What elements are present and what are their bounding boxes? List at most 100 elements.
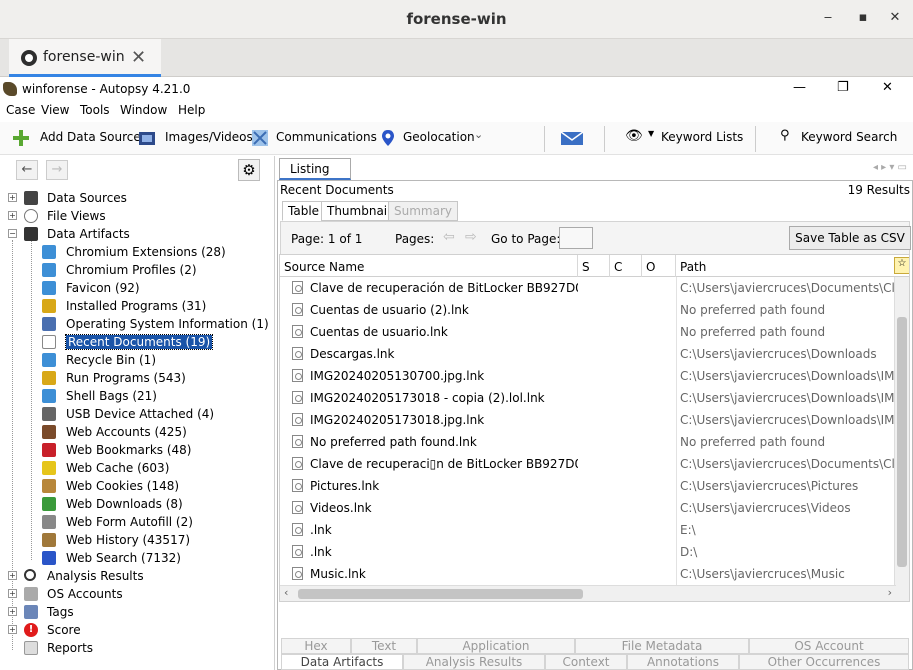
horizontal-scrollbar[interactable]: ‹ › <box>280 585 896 601</box>
tab-thumbnail[interactable]: Thumbnail <box>321 201 397 221</box>
prev-page-icon[interactable]: ⇦ <box>443 229 455 245</box>
tree-item-data-artifacts[interactable]: − Data Artifacts <box>8 226 268 244</box>
tree-item-tags[interactable]: + Tags <box>8 604 268 622</box>
panel-controls[interactable]: ◂ ▸ ▾ ▭ <box>873 162 907 173</box>
maximize-button[interactable]: ▪ <box>855 10 871 26</box>
tree-item-artifact[interactable]: Recent Documents (19) <box>36 334 268 352</box>
column-source-name[interactable]: Source Name <box>280 255 578 277</box>
table-row[interactable]: Cuentas de usuario.lnk No preferred path … <box>280 321 896 343</box>
tree-item-artifact[interactable]: Favicon (92) <box>36 280 268 298</box>
tree-item-analysis-results[interactable]: + Analysis Results <box>8 568 268 586</box>
expand-icon[interactable]: + <box>8 607 17 616</box>
column-chooser-icon[interactable]: ☆ <box>894 257 909 274</box>
tree-item-artifact[interactable]: Chromium Profiles (2) <box>36 262 268 280</box>
vm-tab[interactable]: forense-win ✕ <box>9 39 161 77</box>
expand-icon[interactable]: + <box>8 211 17 220</box>
tree-item-artifact[interactable]: Web Cookies (148) <box>36 478 268 496</box>
expand-icon[interactable]: + <box>8 625 17 634</box>
scroll-thumb[interactable] <box>298 589 583 599</box>
goto-page-input[interactable] <box>559 227 593 249</box>
mail-icon[interactable] <box>560 129 584 147</box>
tree-item-artifact[interactable]: Web History (43517) <box>36 532 268 550</box>
save-table-csv-button[interactable]: Save Table as CSV <box>789 226 911 250</box>
vertical-scrollbar[interactable] <box>894 277 909 601</box>
table-row[interactable]: No preferred path found.lnk No preferred … <box>280 431 896 453</box>
scroll-right-icon[interactable]: › <box>888 586 892 599</box>
tab-text[interactable]: Text <box>351 638 417 654</box>
table-row[interactable]: Cuentas de usuario (2).lnk No preferred p… <box>280 299 896 321</box>
tree-item-score[interactable]: + ! Score <box>8 622 268 640</box>
tab-annotations[interactable]: Annotations <box>627 654 739 670</box>
communications-button[interactable]: Communications <box>276 130 377 144</box>
tree-item-artifact[interactable]: Recycle Bin (1) <box>36 352 268 370</box>
table-row[interactable]: Pictures.lnk C:\Users\javiercruces\Pictur… <box>280 475 896 497</box>
tab-analysis-results[interactable]: Analysis Results <box>403 654 545 670</box>
back-button[interactable]: ← <box>16 160 38 180</box>
tree-item-artifact[interactable]: Operating System Information (1) <box>36 316 269 334</box>
next-page-icon[interactable]: ⇨ <box>465 229 477 245</box>
tree-item-os-accounts[interactable]: + OS Accounts <box>8 586 268 604</box>
app-close-button[interactable]: ✕ <box>882 80 893 95</box>
tree-item-artifact[interactable]: Shell Bags (21) <box>36 388 268 406</box>
collapse-icon[interactable]: − <box>8 229 17 238</box>
tree-item-artifact[interactable]: Run Programs (543) <box>36 370 268 388</box>
tree-item-file-views[interactable]: + File Views <box>8 208 268 226</box>
tree-item-artifact[interactable]: Chromium Extensions (28) <box>36 244 268 262</box>
close-button[interactable]: ✕ <box>887 10 903 26</box>
table-row[interactable]: IMG20240205173018.jpg.lnk C:\Users\javier… <box>280 409 896 431</box>
table-row[interactable]: IMG20240205130700.jpg.lnk C:\Users\javier… <box>280 365 896 387</box>
column-s[interactable]: S <box>578 255 610 277</box>
column-path[interactable]: Path <box>676 255 892 277</box>
keyword-lists-button[interactable]: Keyword Lists <box>661 130 743 144</box>
table-row[interactable]: .lnk D:\ <box>280 541 896 563</box>
tab-data-artifacts[interactable]: Data Artifacts <box>281 654 403 670</box>
expand-icon[interactable]: + <box>8 193 17 202</box>
expand-icon[interactable]: + <box>8 589 17 598</box>
more-chevron-icon[interactable]: ⌄ <box>474 128 483 141</box>
tab-os-account[interactable]: OS Account <box>749 638 909 654</box>
tab-file-metadata[interactable]: File Metadata <box>575 638 749 654</box>
tree-item-artifact[interactable]: Web Form Autofill (2) <box>36 514 268 532</box>
table-row[interactable]: Videos.lnk C:\Users\javiercruces\Videos <box>280 497 896 519</box>
expand-icon[interactable]: + <box>8 571 17 580</box>
tree-item-artifact[interactable]: Web Bookmarks (48) <box>36 442 268 460</box>
keyword-search-button[interactable]: Keyword Search <box>801 130 897 144</box>
table-row[interactable]: Descargas.lnk C:\Users\javiercruces\Downl… <box>280 343 896 365</box>
tab-context[interactable]: Context <box>545 654 627 670</box>
tree-item-artifact[interactable]: Web Accounts (425) <box>36 424 268 442</box>
dropdown-arrow-icon[interactable]: ▼ <box>648 129 654 138</box>
menu-tools[interactable]: Tools <box>80 103 110 117</box>
tab-other-occurrences[interactable]: Other Occurrences <box>739 654 909 670</box>
tab-listing[interactable]: Listing <box>279 158 351 180</box>
tree-item-artifact[interactable]: Web Downloads (8) <box>36 496 268 514</box>
menu-help[interactable]: Help <box>178 103 205 117</box>
geolocation-button[interactable]: Geolocation <box>403 130 475 144</box>
table-row[interactable]: Clave de recuperación de BitLocker BB927… <box>280 277 896 299</box>
column-c[interactable]: C <box>610 255 642 277</box>
tab-application[interactable]: Application <box>417 638 575 654</box>
gear-icon[interactable]: ⚙ <box>238 159 260 181</box>
tree-item-artifact[interactable]: USB Device Attached (4) <box>36 406 268 424</box>
tab-hex[interactable]: Hex <box>281 638 351 654</box>
tab-table[interactable]: Table <box>282 201 326 221</box>
tree-item-artifact[interactable]: Installed Programs (31) <box>36 298 268 316</box>
images-videos-button[interactable]: Images/Videos <box>165 130 253 144</box>
tree-item-artifact[interactable]: Web Search (7132) <box>36 550 268 568</box>
tree-item-reports[interactable]: Reports <box>8 640 268 658</box>
tree-item-artifact[interactable]: Web Cache (603) <box>36 460 268 478</box>
table-row[interactable]: .lnk E:\ <box>280 519 896 541</box>
table-row[interactable]: IMG20240205173018 - copia (2).lol.lnk C:\… <box>280 387 896 409</box>
tab-summary[interactable]: Summary <box>388 201 458 221</box>
close-tab-icon[interactable]: ✕ <box>131 47 146 68</box>
menu-view[interactable]: View <box>41 103 69 117</box>
forward-button[interactable]: → <box>46 160 68 180</box>
column-o[interactable]: O <box>642 255 676 277</box>
table-row[interactable]: Music.lnk C:\Users\javiercruces\Music <box>280 563 896 585</box>
scroll-thumb[interactable] <box>897 317 907 567</box>
minimize-button[interactable]: ‒ <box>820 10 836 26</box>
scroll-left-icon[interactable]: ‹ <box>284 586 288 599</box>
app-restore-button[interactable]: ❐ <box>837 80 849 95</box>
app-minimize-button[interactable]: — <box>793 80 806 95</box>
menu-case[interactable]: Case <box>6 103 35 117</box>
add-data-source-button[interactable]: Add Data Source <box>40 130 141 144</box>
